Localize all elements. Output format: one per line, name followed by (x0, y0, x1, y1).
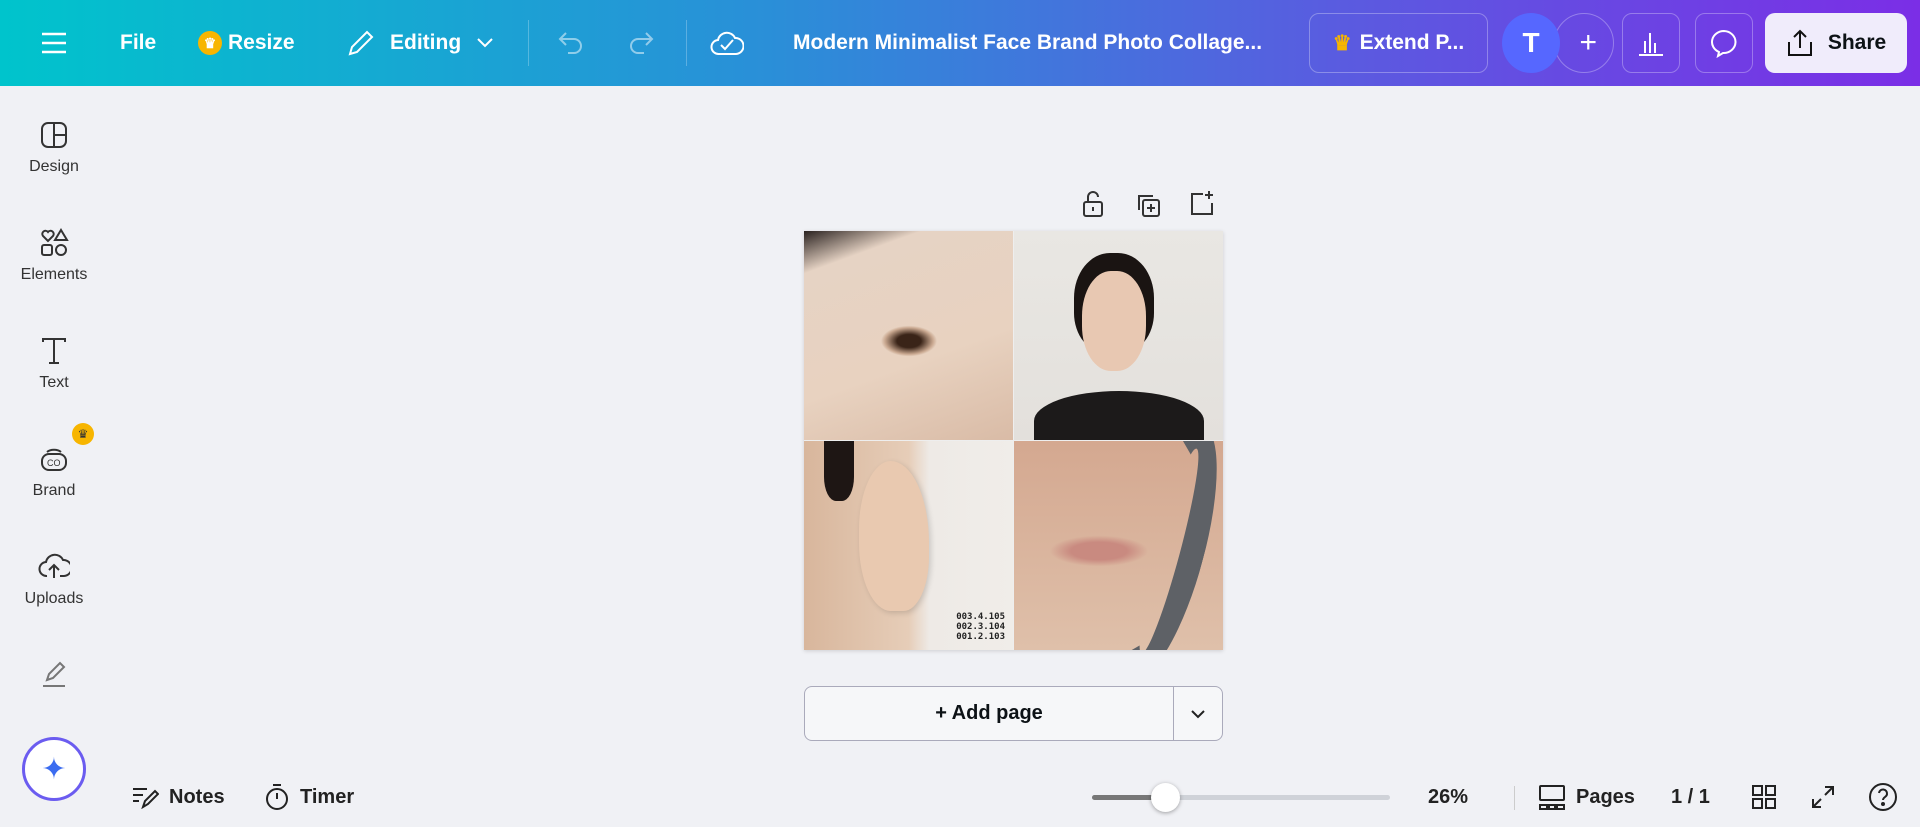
document-title[interactable]: Modern Minimalist Face Brand Photo Colla… (793, 0, 1273, 86)
brand-icon: CO (41, 448, 67, 471)
crown-icon: ♛ (198, 31, 222, 55)
add-page-options-button[interactable] (1173, 687, 1222, 740)
pencil-icon (348, 30, 374, 56)
crown-icon: ♛ (1332, 31, 1352, 55)
timer-icon (266, 784, 288, 810)
sidebar-item-uploads[interactable]: Uploads (0, 552, 108, 608)
share-button[interactable]: Share (1765, 13, 1907, 73)
ear-photo: 003.4.105 002.3.104 001.2.103 (804, 441, 1013, 650)
sidebar-item-design[interactable]: Design (0, 120, 108, 176)
file-menu[interactable]: File (120, 0, 156, 86)
menu-button[interactable] (40, 0, 68, 86)
cloud-check-icon (710, 31, 744, 55)
notes-button[interactable]: Notes (131, 777, 225, 817)
svg-text:CO: CO (47, 458, 61, 468)
timer-button[interactable]: Timer (264, 777, 354, 817)
sidebar-item-elements[interactable]: Elements (0, 228, 108, 284)
invite-button[interactable]: + (1554, 13, 1614, 73)
pages-label: Pages (1576, 785, 1635, 808)
insights-button[interactable] (1622, 13, 1680, 73)
help-icon (1869, 783, 1897, 811)
chevron-down-icon (1191, 709, 1205, 718)
sidebar-item-label: Brand (32, 482, 76, 499)
eye-closeup-photo (804, 231, 1013, 440)
grid-view-button[interactable] (1751, 777, 1777, 817)
lock-button[interactable] (1081, 190, 1105, 223)
sidebar-item-label: Design (29, 158, 79, 175)
extend-label: Extend P... (1359, 31, 1465, 54)
add-page-button[interactable]: + Add page (805, 687, 1173, 740)
elements-icon (41, 228, 69, 256)
help-button[interactable] (1868, 777, 1898, 817)
lips-photo (1014, 441, 1223, 650)
upload-icon (1787, 29, 1812, 56)
fullscreen-button[interactable] (1810, 777, 1836, 817)
sidebar-item-label: Text (39, 374, 69, 391)
zoom-slider[interactable] (1092, 783, 1390, 812)
top-bar: File ♛ Resize Editing Modern Minimalist … (0, 0, 1920, 86)
text-icon (42, 338, 66, 364)
plus-icon: + (1579, 26, 1597, 59)
draw-icon (43, 661, 66, 687)
notes-icon (133, 788, 159, 809)
undo-icon (558, 32, 582, 54)
zoom-slider-thumb[interactable] (1150, 783, 1180, 812)
undo-button[interactable] (556, 0, 586, 86)
editing-dropdown[interactable]: Editing (346, 0, 495, 86)
bar-chart-icon (1639, 33, 1663, 56)
avatar[interactable]: T (1502, 13, 1560, 73)
hamburger-icon (42, 32, 66, 54)
pages-icon (1539, 785, 1565, 810)
comment-icon (1711, 29, 1737, 58)
zoom-level[interactable]: 26% (1428, 777, 1468, 817)
expand-icon (1812, 786, 1834, 808)
duplicate-icon (1138, 195, 1160, 217)
cloud-upload-icon (38, 553, 70, 578)
redo-icon (630, 32, 654, 54)
add-page-icon-button[interactable] (1189, 190, 1215, 221)
timer-label: Timer (300, 785, 355, 808)
sidebar-item-label: Elements (20, 266, 88, 283)
extend-button[interactable]: ♛ Extend P... (1309, 13, 1488, 73)
magic-assistant-button[interactable]: ✦ (22, 737, 86, 801)
add-page-icon (1191, 191, 1213, 215)
sidebar-item-draw[interactable] (0, 660, 108, 698)
sidebar-item-brand[interactable]: ♛ CO Brand (0, 423, 108, 500)
sidebar-item-text[interactable]: Text (0, 336, 108, 392)
comment-button[interactable] (1695, 13, 1753, 73)
crown-icon: ♛ (72, 423, 94, 445)
design-icon (41, 122, 67, 148)
grid-icon (1752, 785, 1776, 809)
lock-icon (1083, 191, 1103, 217)
save-status-button[interactable] (710, 0, 744, 86)
duplicate-page-button[interactable] (1135, 192, 1161, 223)
design-page[interactable]: 003.4.105 002.3.104 001.2.103 (804, 231, 1223, 650)
add-page-control: + Add page (804, 686, 1223, 741)
resize-label: Resize (228, 31, 295, 54)
pages-button[interactable]: Pages (1538, 777, 1635, 817)
code-labels: 003.4.105 002.3.104 001.2.103 (956, 612, 1005, 642)
page-count: 1 / 1 (1671, 785, 1710, 808)
sparkle-icon: ✦ (41, 752, 67, 786)
editing-label: Editing (390, 31, 462, 54)
share-label: Share (1827, 31, 1887, 54)
chevron-down-icon (477, 38, 493, 48)
sidebar-item-label: Uploads (24, 590, 84, 607)
resize-button[interactable]: ♛ Resize (198, 0, 295, 86)
notes-label: Notes (169, 785, 225, 808)
portrait-photo (1014, 231, 1223, 440)
redo-button[interactable] (626, 0, 656, 86)
